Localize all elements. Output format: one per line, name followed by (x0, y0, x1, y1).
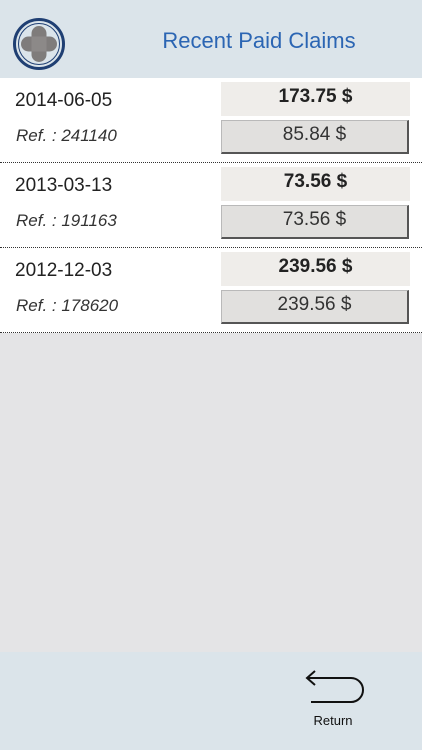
claim-date: 2012-12-03 (15, 260, 113, 281)
claim-row: 2014-06-05 Ref. : 241140 173.75 $ 85.84 … (0, 78, 422, 163)
return-arrow-icon (305, 670, 364, 703)
claim-reference: Ref. : 191163 (16, 211, 117, 230)
return-button[interactable]: Return (298, 668, 368, 732)
return-label: Return (313, 713, 353, 728)
page-title: Recent Paid Claims (162, 28, 356, 53)
medical-cross-icon[interactable] (12, 17, 66, 71)
footer-bar: Return (0, 652, 422, 750)
claim-total-amount: 173.75 $ (221, 82, 410, 116)
claims-list: 2014-06-05 Ref. : 241140 173.75 $ 85.84 … (0, 78, 422, 333)
header-bar: Recent Paid Claims (0, 0, 422, 78)
claim-date: 2014-06-05 (15, 90, 113, 111)
claim-reference: Ref. : 178620 (16, 296, 119, 315)
claim-date: 2013-03-13 (15, 175, 113, 196)
claim-row: 2012-12-03 Ref. : 178620 239.56 $ 239.56… (0, 248, 422, 333)
claim-paid-amount-button[interactable]: 239.56 $ (221, 290, 409, 324)
claim-paid-amount-button[interactable]: 85.84 $ (221, 120, 409, 154)
claim-paid-amount-button[interactable]: 73.56 $ (221, 205, 409, 239)
claim-total-amount: 239.56 $ (221, 252, 410, 286)
claim-total-amount: 73.56 $ (221, 167, 410, 201)
claim-row: 2013-03-13 Ref. : 191163 73.56 $ 73.56 $ (0, 163, 422, 248)
claim-reference: Ref. : 241140 (16, 126, 117, 145)
